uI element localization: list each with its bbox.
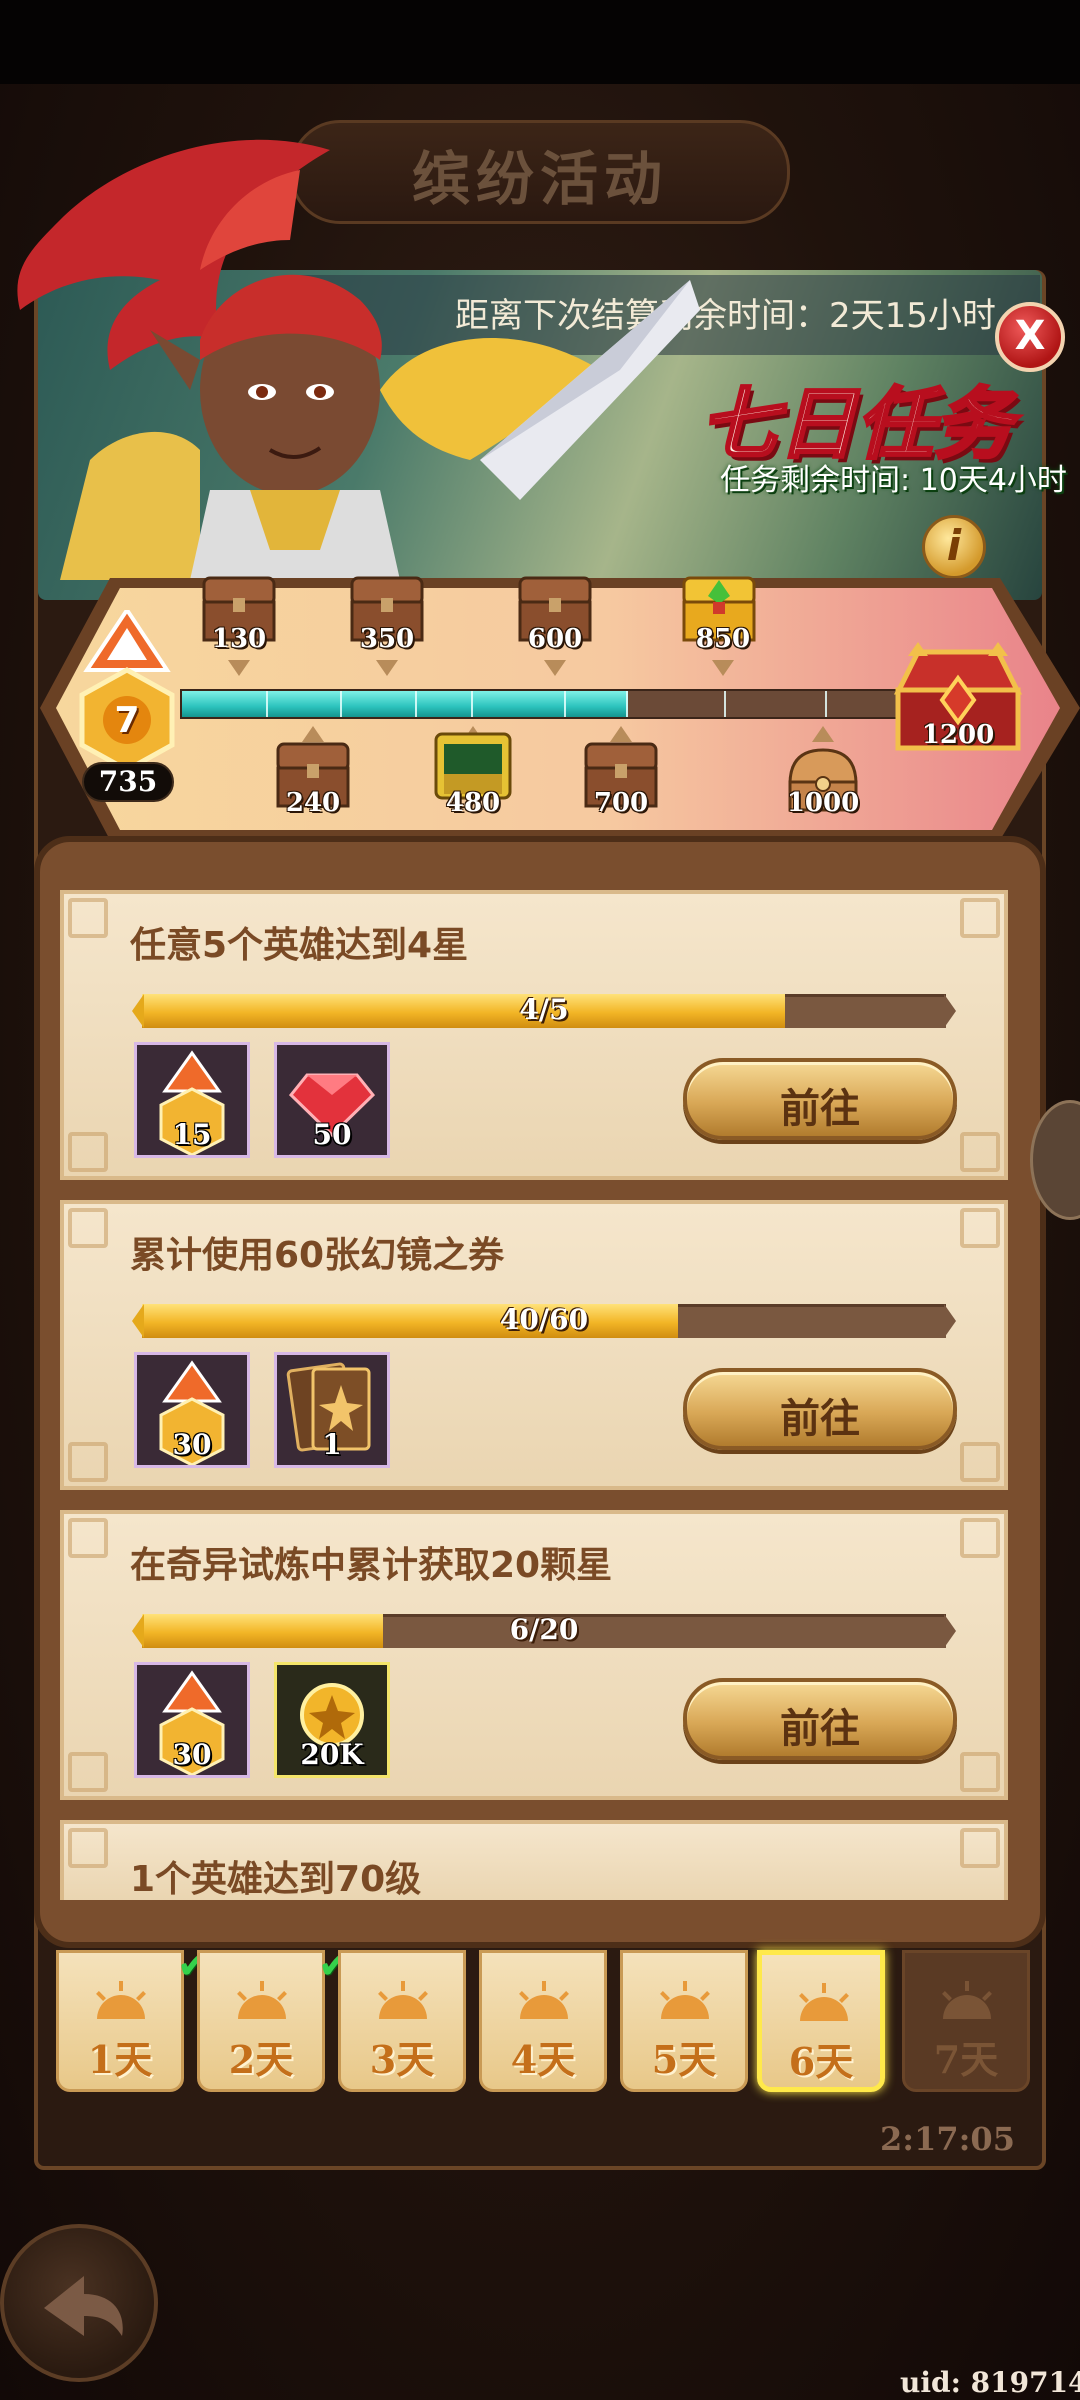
day-tab-1[interactable]: 1天 ✔ xyxy=(56,1943,209,2092)
sunrise-icon xyxy=(378,1981,428,2019)
card-ornament xyxy=(960,1442,1000,1482)
sunrise-icon xyxy=(660,1981,710,2019)
task-progress-bar: 4/5 xyxy=(132,993,956,1028)
status-bar xyxy=(0,0,1080,84)
day-tab-2[interactable]: 2天 ✔ xyxy=(197,1943,350,2092)
go-button-label: 前往 xyxy=(780,1396,860,1442)
card-ornament xyxy=(960,1208,1000,1248)
countdown-timer: 2:17:05 xyxy=(880,2120,1015,2158)
milestone-label: 700 xyxy=(593,788,649,818)
track-tick xyxy=(415,691,417,717)
reward-item[interactable]: 1 xyxy=(274,1352,390,1468)
task-title: 任意5个英雄达到4星 xyxy=(130,925,469,966)
card-ornament xyxy=(960,1132,1000,1172)
milestone-label: 1000 xyxy=(786,788,860,818)
task-progress-text: 4/5 xyxy=(519,993,569,1026)
card-ornament xyxy=(68,1132,108,1172)
milestone-final-label: 1200 xyxy=(921,720,995,750)
track-tick xyxy=(825,691,827,717)
task-progress-text: 40/60 xyxy=(499,1303,589,1336)
milestone-label: 130 xyxy=(211,624,267,654)
day-tab-label: 1天 xyxy=(87,2037,153,2082)
milestone-label: 350 xyxy=(359,624,415,654)
go-button-label: 前往 xyxy=(780,1706,860,1752)
info-button[interactable]: i xyxy=(922,515,986,579)
task-progress-bar: 6/20 xyxy=(132,1613,956,1648)
card-ornament xyxy=(960,1828,1000,1868)
card-ornament xyxy=(68,1752,108,1792)
go-button-label: 前往 xyxy=(780,1086,860,1132)
reward-quantity: 30 xyxy=(172,1738,212,1771)
points-track xyxy=(180,689,910,719)
task-remaining-time: 任务剩余时间: 10天4小时 xyxy=(720,463,1067,498)
track-tick xyxy=(266,691,268,717)
track-tick xyxy=(471,691,473,717)
day-tab-label: 7天 xyxy=(933,2037,999,2082)
milestone-pointer xyxy=(376,660,398,676)
reward-item[interactable]: 15 xyxy=(134,1042,250,1158)
sunrise-icon xyxy=(237,1981,287,2019)
milestone-pointer xyxy=(712,660,734,676)
task-title: 在奇异试炼中累计获取20颗星 xyxy=(130,1545,613,1586)
reward-item[interactable]: 30 xyxy=(134,1662,250,1778)
day-tab-6[interactable]: 6天 xyxy=(757,1950,885,2092)
track-tick xyxy=(340,691,342,717)
reward-quantity: 1 xyxy=(322,1428,342,1461)
task-title: 累计使用60张幻镜之券 xyxy=(130,1235,505,1276)
milestone-label: 600 xyxy=(527,624,583,654)
task-progress-bar: 40/60 xyxy=(132,1303,956,1338)
card-ornament xyxy=(68,1828,108,1868)
day-tab-5[interactable]: 5天 xyxy=(620,1950,748,2092)
sunrise-icon xyxy=(799,1983,849,2021)
day-tab-label: 3天 xyxy=(369,2037,435,2082)
sunrise-icon xyxy=(96,1981,146,2019)
milestone-label: 480 xyxy=(445,788,501,818)
day-tab-3[interactable]: 3天 xyxy=(338,1950,466,2092)
milestone-pointer xyxy=(812,726,834,742)
task-progress-text: 6/20 xyxy=(509,1613,579,1646)
day-tab-4[interactable]: 4天 xyxy=(479,1950,607,2092)
card-ornament xyxy=(960,1752,1000,1792)
user-id: uid: 819714 xyxy=(900,2366,1080,2399)
reward-item[interactable]: 20K xyxy=(274,1662,390,1778)
track-tick xyxy=(626,691,628,717)
day-tab-7[interactable]: 7天 xyxy=(902,1950,1030,2092)
reward-quantity: 50 xyxy=(312,1118,352,1151)
day-tab-label: 2天 xyxy=(228,2037,294,2082)
go-button[interactable]: 前往 xyxy=(683,1368,957,1450)
hero-illustration xyxy=(17,139,700,580)
card-ornament xyxy=(68,1442,108,1482)
task-title: 1个英雄达到70级 xyxy=(130,1859,422,1900)
level-number: 7 xyxy=(114,700,140,741)
points-track-fill xyxy=(182,691,629,717)
back-arrow-icon xyxy=(44,2276,123,2336)
milestone-label: 240 xyxy=(285,788,341,818)
reward-item[interactable]: 30 xyxy=(134,1352,250,1468)
reward-quantity: 30 xyxy=(172,1428,212,1461)
sunrise-icon xyxy=(519,1981,569,2019)
back-button[interactable] xyxy=(0,2224,158,2382)
card-ornament xyxy=(68,898,108,938)
milestone-pointer xyxy=(544,660,566,676)
go-button[interactable]: 前往 xyxy=(683,1058,957,1140)
track-tick xyxy=(724,691,726,717)
points-value: 735 xyxy=(82,762,174,802)
card-ornament xyxy=(960,1518,1000,1558)
card-ornament xyxy=(68,1518,108,1558)
reward-quantity: 20K xyxy=(300,1738,364,1771)
milestone-pointer xyxy=(228,660,250,676)
day-tab-label: 5天 xyxy=(651,2037,717,2082)
milestone-label: 850 xyxy=(695,624,751,654)
level-badge-icon xyxy=(79,610,175,773)
reward-quantity: 15 xyxy=(172,1118,212,1151)
go-button[interactable]: 前往 xyxy=(683,1678,957,1760)
reward-item[interactable]: 50 xyxy=(274,1042,390,1158)
card-ornament xyxy=(960,898,1000,938)
track-tick xyxy=(564,691,566,717)
card-ornament xyxy=(68,1208,108,1248)
day-tab-label: 6天 xyxy=(788,2039,854,2084)
sunrise-icon xyxy=(942,1981,992,2019)
day-tab-label: 4天 xyxy=(510,2037,576,2082)
